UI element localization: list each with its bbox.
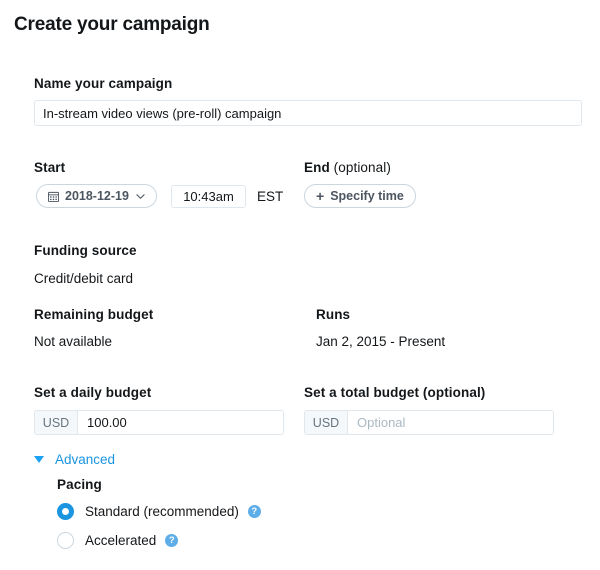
end-label-text: End bbox=[304, 160, 330, 175]
start-label: Start bbox=[34, 160, 66, 175]
total-budget-label: Set a total budget (optional) bbox=[304, 385, 486, 400]
remaining-budget-value: Not available bbox=[34, 334, 113, 349]
funding-source-value: Credit/debit card bbox=[34, 271, 134, 286]
end-label: End (optional) bbox=[304, 160, 391, 175]
triangle-down-icon bbox=[34, 456, 44, 463]
campaign-name-label: Name your campaign bbox=[34, 76, 173, 91]
timezone-label: EST bbox=[257, 189, 284, 204]
start-date-value: 2018-12-19 bbox=[65, 189, 129, 203]
plus-icon: + bbox=[316, 188, 325, 204]
radio-standard-indicator[interactable] bbox=[57, 503, 74, 520]
advanced-toggle[interactable]: Advanced bbox=[34, 452, 115, 467]
help-circle-icon[interactable]: ? bbox=[165, 534, 179, 547]
pacing-option-accelerated-label: Accelerated bbox=[85, 533, 157, 548]
specify-time-button[interactable]: + Specify time bbox=[304, 184, 416, 208]
help-circle-icon[interactable]: ? bbox=[247, 505, 261, 518]
advanced-toggle-label: Advanced bbox=[55, 452, 116, 467]
start-time-input[interactable] bbox=[171, 185, 246, 208]
campaign-name-input[interactable] bbox=[34, 100, 582, 126]
create-campaign-form: Create your campaign Name your campaign … bbox=[0, 0, 600, 570]
start-date-picker[interactable]: 2018-12-19 bbox=[36, 184, 157, 208]
radio-accelerated-indicator[interactable] bbox=[57, 532, 74, 549]
daily-budget-label: Set a daily budget bbox=[34, 385, 152, 400]
daily-budget-currency: USD bbox=[35, 411, 78, 434]
runs-value: Jan 2, 2015 - Present bbox=[316, 334, 446, 349]
daily-budget-input[interactable] bbox=[78, 411, 283, 434]
pacing-label: Pacing bbox=[57, 477, 102, 492]
funding-source-label: Funding source bbox=[34, 243, 137, 258]
calendar-icon bbox=[48, 191, 59, 202]
total-budget-field[interactable]: USD bbox=[304, 410, 554, 435]
pacing-option-standard-label: Standard (recommended) bbox=[85, 504, 239, 519]
remaining-budget-label: Remaining budget bbox=[34, 307, 154, 322]
chevron-down-icon bbox=[136, 192, 145, 201]
specify-time-label: Specify time bbox=[330, 189, 404, 203]
daily-budget-field[interactable]: USD bbox=[34, 410, 284, 435]
total-budget-input[interactable] bbox=[348, 411, 553, 434]
runs-label: Runs bbox=[316, 307, 351, 322]
pacing-option-standard[interactable]: Standard (recommended) ? bbox=[57, 503, 261, 520]
pacing-option-accelerated[interactable]: Accelerated ? bbox=[57, 532, 179, 549]
page-title: Create your campaign bbox=[14, 14, 210, 35]
total-budget-currency: USD bbox=[305, 411, 348, 434]
end-label-optional: (optional) bbox=[333, 160, 391, 175]
